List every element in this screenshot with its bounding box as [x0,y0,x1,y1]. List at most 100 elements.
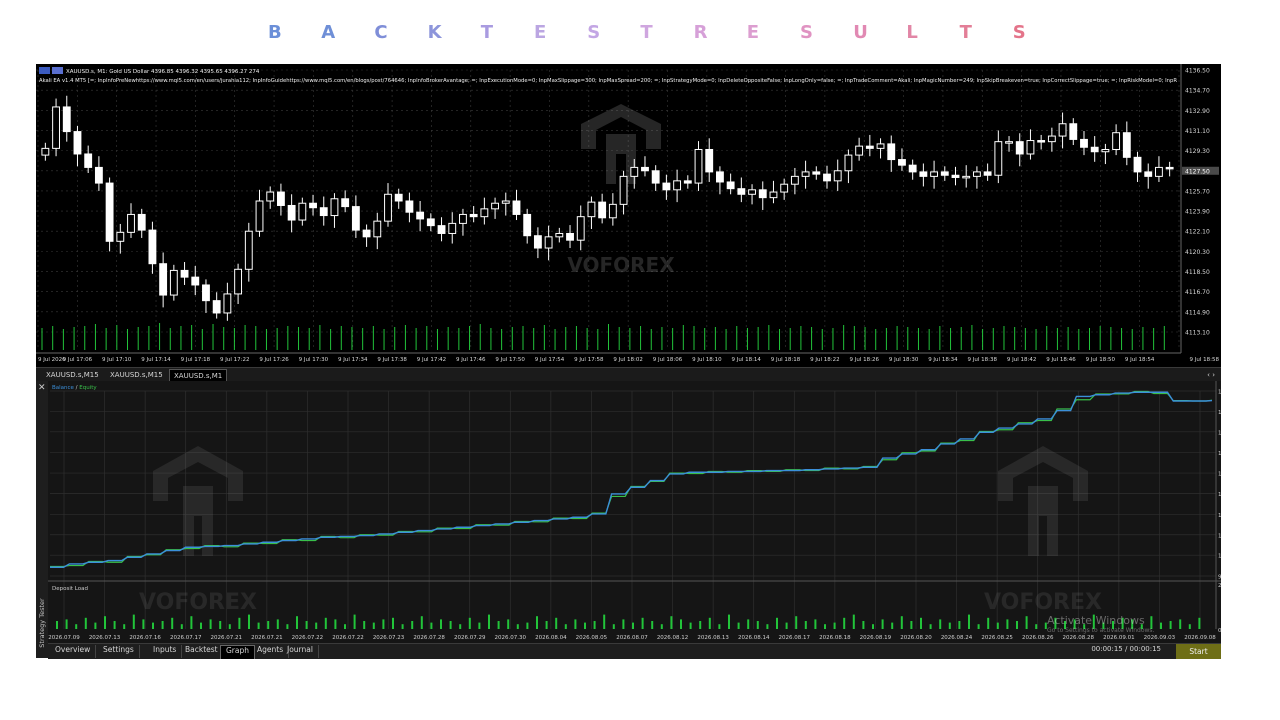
activate-line2: Go to Settings to activate Windows. [1047,627,1155,634]
bear-candle [362,229,371,238]
bull-candle [501,200,510,204]
balance-date-label: 2026.07.16 [129,635,161,641]
price-tick-label: 4136.50 [1185,68,1210,75]
time-tick-label: 9 Jul 18:42 [1007,357,1036,363]
legend-balance: Balance [52,385,75,391]
time-tick-label: 9 Jul 18:30 [889,357,919,363]
bear-candle [1037,140,1046,143]
bear-candle [726,181,735,190]
bear-candle [191,276,200,286]
bear-candle [1080,138,1088,148]
time-tick-label: 9 Jul 18:58 [1190,357,1220,363]
price-tick-label: 4134.70 [1185,88,1210,95]
bear-candle [919,171,928,177]
title-letter: E [534,22,547,43]
chart-tab[interactable]: XAUUSD.s,M15 [42,369,103,381]
balance-date-label: 2026.08.18 [819,635,851,641]
deposit-load-bar [766,624,769,629]
balance-date-label: 2026.07.28 [413,635,445,641]
title-letter: A [321,22,336,43]
deposit-load-bar [228,624,231,629]
tester-tab-journal[interactable]: Journal [282,645,319,658]
time-tick-label: 9 Jul 18:46 [1046,357,1076,363]
deposit-load-bar [929,624,932,629]
tab-scroll-arrows-icon[interactable]: ‹ › [1203,369,1219,381]
price-tick-label: 4131.10 [1185,128,1210,135]
bear-candle [865,145,874,149]
balance-date-label: 2026.07.09 [48,635,80,641]
deposit-load-bar [190,616,193,629]
time-tick-label: 9 Jul 17:22 [220,357,249,363]
balance-tick-label: 1029 [1218,554,1221,560]
volume-bars [41,323,1165,350]
balance-date-label: 2026.07.13 [89,635,121,641]
bear-candle [405,200,414,213]
tester-tab-settings[interactable]: Settings [98,645,140,658]
start-button[interactable]: Start [1176,644,1221,659]
close-icon[interactable]: ✕ [38,383,46,393]
bull-candle [801,171,810,177]
deposit-load-bar [814,619,817,629]
bear-candle [533,235,542,249]
bull-candle [330,198,339,217]
tester-tab-overview[interactable]: Overview [50,645,97,658]
deposit-load-bar [833,622,836,629]
bear-candle [148,229,157,265]
deposit-load-bar [372,622,375,629]
deposit-load-bar [238,617,241,629]
bull-candle [1058,123,1067,137]
balance-tick-label: 1226 [1218,472,1221,478]
bear-candle [469,213,478,218]
deposit-load-bar [267,621,270,629]
deposit-load-bar [593,621,596,629]
balance-date-label: 2026.08.19 [860,635,892,641]
bull-candle [994,141,1003,176]
bear-candle [62,106,71,133]
deposit-load-bar [94,622,97,629]
bull-candle [619,175,628,205]
bull-candle [844,154,853,172]
bull-candle [1026,140,1035,155]
tester-tab-graph[interactable]: Graph [220,645,256,659]
bull-candle [673,180,682,191]
deposit-load-bar [718,624,721,629]
deposit-load-bar [939,619,942,629]
deposit-load-bar [584,622,586,629]
bull-candle [384,193,392,222]
bull-candle [1047,135,1056,143]
balance-tick-label: 1078 [1218,533,1221,539]
price-chart-svg: VOFOREX 4136.50 4134.70 4132.90 4131.10 4129.… [36,64,1220,363]
bull-candle [962,175,971,179]
balance-date-label: 2026.09.08 [1184,635,1216,641]
deposit-load-bar [824,624,826,629]
title-letter: R [693,22,708,43]
price-chart-window[interactable]: VOFOREX 4136.50 4134.70 4132.90 4131.10 4129.… [36,64,1221,367]
deposit-load-bar [756,621,759,629]
chart-tab[interactable]: XAUUSD.s,M15 [106,369,167,381]
deposit-load-bar [555,617,558,629]
deposit-load-bar [84,617,87,629]
deposit-load-bar [123,624,126,629]
deposit-load-bar [670,616,673,629]
price-tick-label: 4129.30 [1185,148,1210,155]
balance-date-label: 2026.09.01 [1103,635,1135,641]
balance-date-label: 2026.07.21 [251,635,283,641]
tester-tab-inputs[interactable]: Inputs [148,645,183,658]
bear-candle [940,171,949,176]
deposit-load-bar [1016,621,1018,629]
balance-date-label: 2026.08.04 [535,635,567,641]
bull-candle [694,148,703,184]
deposit-load-bar [737,622,740,629]
bull-candle [1155,166,1163,177]
deposit-load-bar [478,622,481,629]
bull-candle [373,220,382,238]
bear-candle [1015,141,1024,155]
balance-tick-label: 1177 [1218,492,1221,498]
tester-tab-backtest[interactable]: Backtest [180,645,224,658]
deposit-load-bar [612,624,615,629]
deposit-load-bar [852,614,855,629]
balance-date-label: 2026.08.28 [1063,635,1095,641]
bear-candle [566,232,574,241]
balance-date-label: 2026.08.13 [697,635,729,641]
price-tick-label: 4118.50 [1185,269,1210,276]
